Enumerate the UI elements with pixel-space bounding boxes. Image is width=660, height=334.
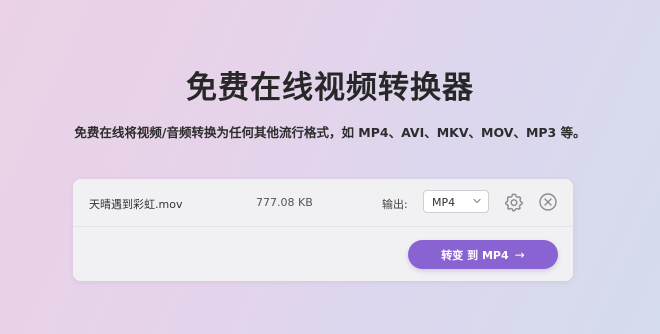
- file-size: 777.08 KB: [256, 196, 313, 209]
- chevron-down-icon: [473, 198, 481, 204]
- page-subtitle: 免费在线将视频/音频转换为任何其他流行格式，如 MP4、AVI、MKV、MOV、…: [74, 125, 586, 140]
- gear-icon[interactable]: [503, 191, 525, 213]
- output-label: 输出:: [382, 198, 408, 211]
- file-card: 天晴遇到彩虹.mov 777.08 KB 输出: MP4 转变 到 MP4 →: [73, 179, 573, 281]
- convert-button-label: 转变 到 MP4: [441, 248, 509, 262]
- close-icon[interactable]: [537, 191, 559, 213]
- output-format-select[interactable]: MP4: [423, 190, 489, 213]
- output-format-value: MP4: [432, 196, 456, 209]
- divider: [73, 226, 573, 227]
- page-title: 免费在线视频转换器: [186, 70, 474, 106]
- arrow-right-icon: →: [514, 247, 525, 262]
- convert-button[interactable]: 转变 到 MP4 →: [408, 240, 558, 269]
- file-name: 天晴遇到彩虹.mov: [89, 198, 183, 211]
